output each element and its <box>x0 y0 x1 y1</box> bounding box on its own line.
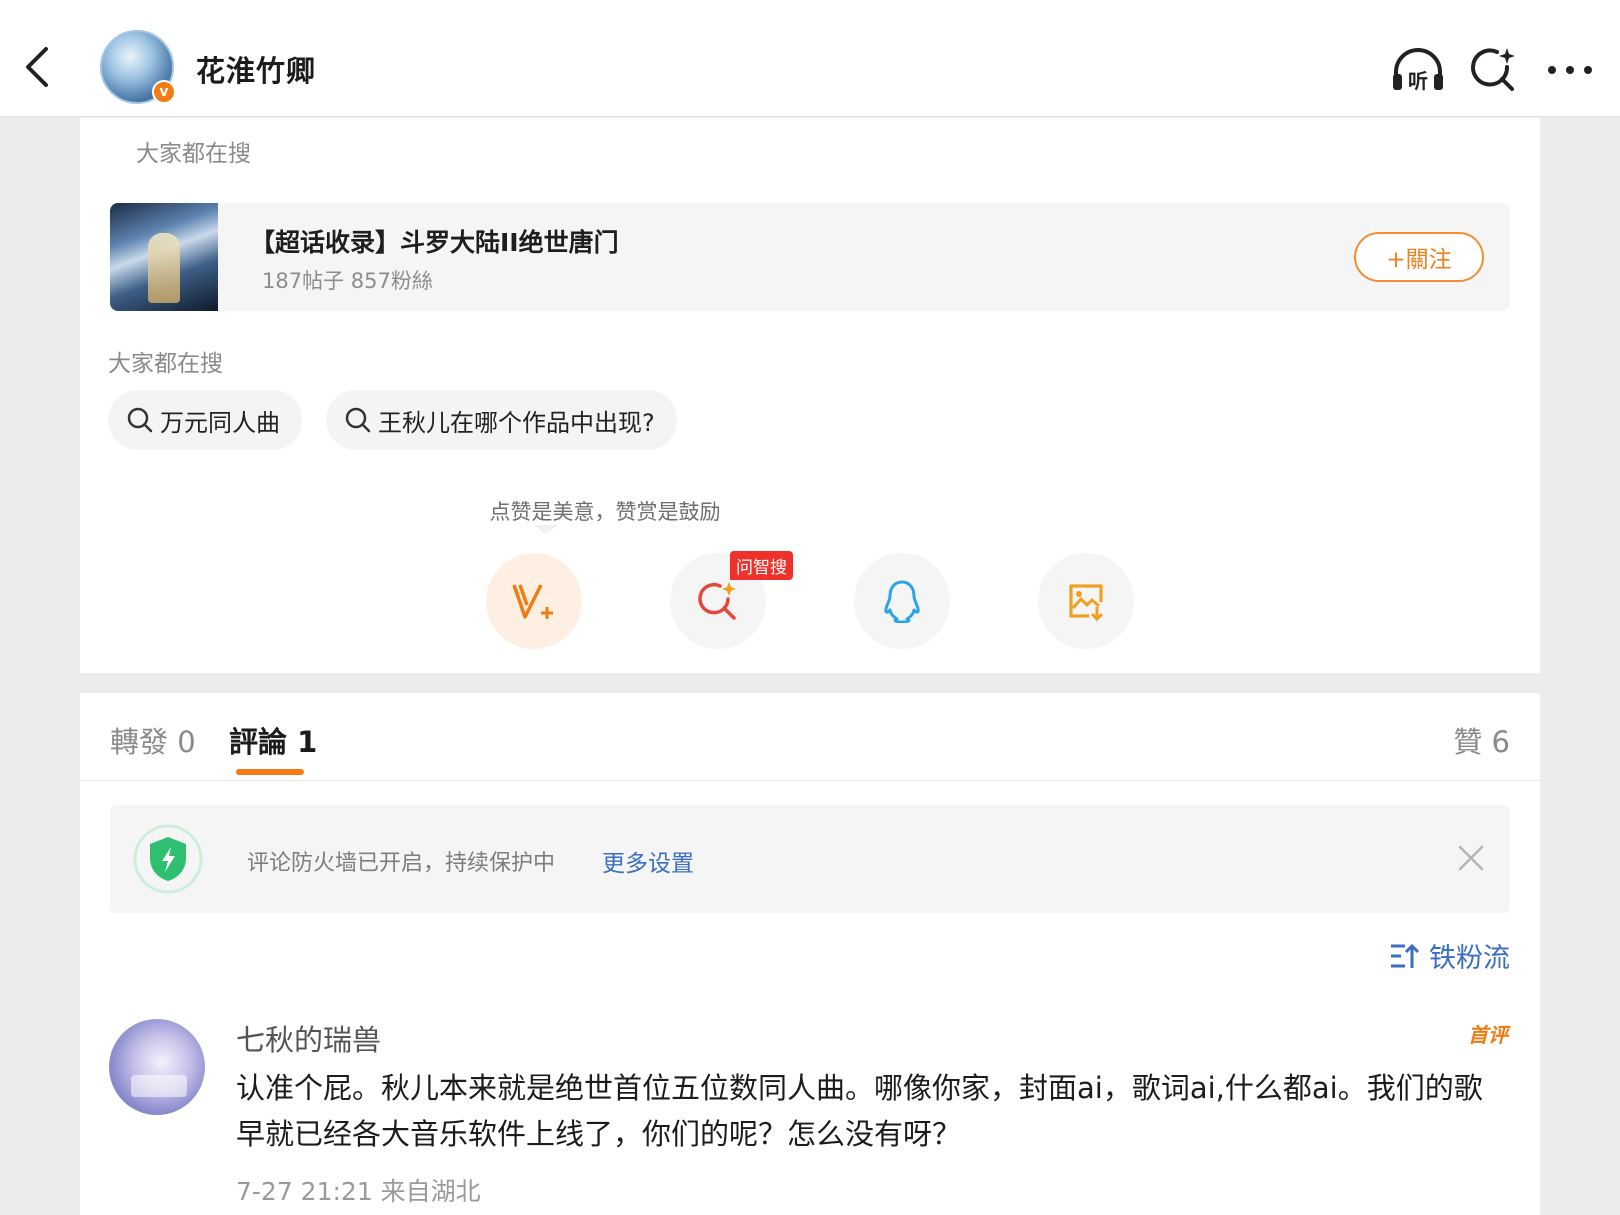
topic-card[interactable]: 【超话收录】斗罗大陆II绝世唐门 187帖子 857粉絲 +關注 <box>110 203 1510 311</box>
tip-arrow <box>534 525 558 535</box>
comments-card: 轉發 0 評論 1 贊 6 评论防火墙已开启，持续保护中 更多设置 铁粉流 七秋… <box>80 693 1540 1215</box>
author-avatar[interactable]: v <box>100 30 176 106</box>
svg-text:听: 听 <box>1408 69 1428 93</box>
shield-icon <box>133 824 203 894</box>
search-chip[interactable]: 万元同人曲 <box>108 390 302 450</box>
post-card: 大家都在搜 【超话收录】斗罗大陆II绝世唐门 187帖子 857粉絲 +關注 大… <box>80 118 1540 673</box>
save-image-icon <box>1069 584 1104 622</box>
reward-button[interactable] <box>486 553 582 649</box>
search-chip-label: 万元同人曲 <box>160 408 280 437</box>
trending-search-label: 大家都在搜 <box>108 351 223 377</box>
follow-button[interactable]: +關注 <box>1354 232 1484 282</box>
comment-firewall-banner: 评论防火墙已开启，持续保护中 更多设置 <box>110 805 1510 913</box>
search-chip-label: 王秋儿在哪个作品中出现? <box>378 408 655 437</box>
ask-badge: 问智搜 <box>730 551 793 580</box>
back-icon <box>26 47 48 87</box>
more-settings-link[interactable]: 更多设置 <box>602 844 694 878</box>
reward-tip: 点赞是美意，赞赏是鼓励 <box>489 500 721 524</box>
tab-like[interactable]: 贊 6 <box>1453 719 1510 761</box>
comment-meta: 7-27 21:21 来自湖北 <box>236 1177 481 1206</box>
firewall-status-text: 评论防火墙已开启，持续保护中 <box>247 851 556 876</box>
listen-button[interactable]: 听 <box>1388 40 1448 100</box>
ai-search-icon <box>698 582 736 620</box>
sort-icon <box>1391 943 1419 968</box>
search-chip[interactable]: 王秋儿在哪个作品中出现? <box>326 390 677 450</box>
topic-cover-image <box>110 203 218 311</box>
back-button[interactable] <box>22 44 52 90</box>
top-bar: v 花淮竹卿 听 <box>0 0 1620 117</box>
listen-icon: 听 <box>1393 48 1443 93</box>
active-tab-indicator <box>236 769 304 775</box>
close-icon[interactable] <box>1456 843 1486 873</box>
author-name[interactable]: 花淮竹卿 <box>196 48 316 90</box>
first-comment-badge: 首评 <box>1468 1023 1508 1047</box>
more-button[interactable] <box>1540 40 1600 100</box>
reward-v-icon <box>512 584 553 619</box>
ai-search-icon <box>1471 48 1515 91</box>
sort-label: 铁粉流 <box>1429 943 1510 974</box>
sort-selector[interactable]: 铁粉流 <box>1389 936 1510 975</box>
share-qq-button[interactable] <box>854 553 950 649</box>
search-icon <box>345 407 371 433</box>
comment-text: 认准个屁。秋儿本来就是绝世首位五位数同人曲。哪像你家，封面ai，歌词ai,什么都… <box>236 1071 1483 1151</box>
commenter-avatar[interactable] <box>109 1019 205 1115</box>
tab-comment[interactable]: 評論 1 <box>229 719 317 761</box>
save-image-button[interactable] <box>1038 553 1134 649</box>
tab-bar: 轉發 0 評論 1 贊 6 <box>80 693 1540 781</box>
search-icon <box>127 407 153 433</box>
tab-repost[interactable]: 轉發 0 <box>110 719 196 761</box>
topic-stats: 187帖子 857粉絲 <box>262 269 433 293</box>
qq-icon <box>884 580 920 623</box>
search-hint-label: 大家都在搜 <box>136 141 251 167</box>
more-icon <box>1548 66 1592 74</box>
ai-search-button[interactable] <box>1464 40 1524 100</box>
verified-badge: v <box>152 80 176 104</box>
topic-title: 【超话收录】斗罗大陆II绝世唐门 <box>250 228 619 257</box>
commenter-name[interactable]: 七秋的瑞兽 <box>236 1017 381 1059</box>
